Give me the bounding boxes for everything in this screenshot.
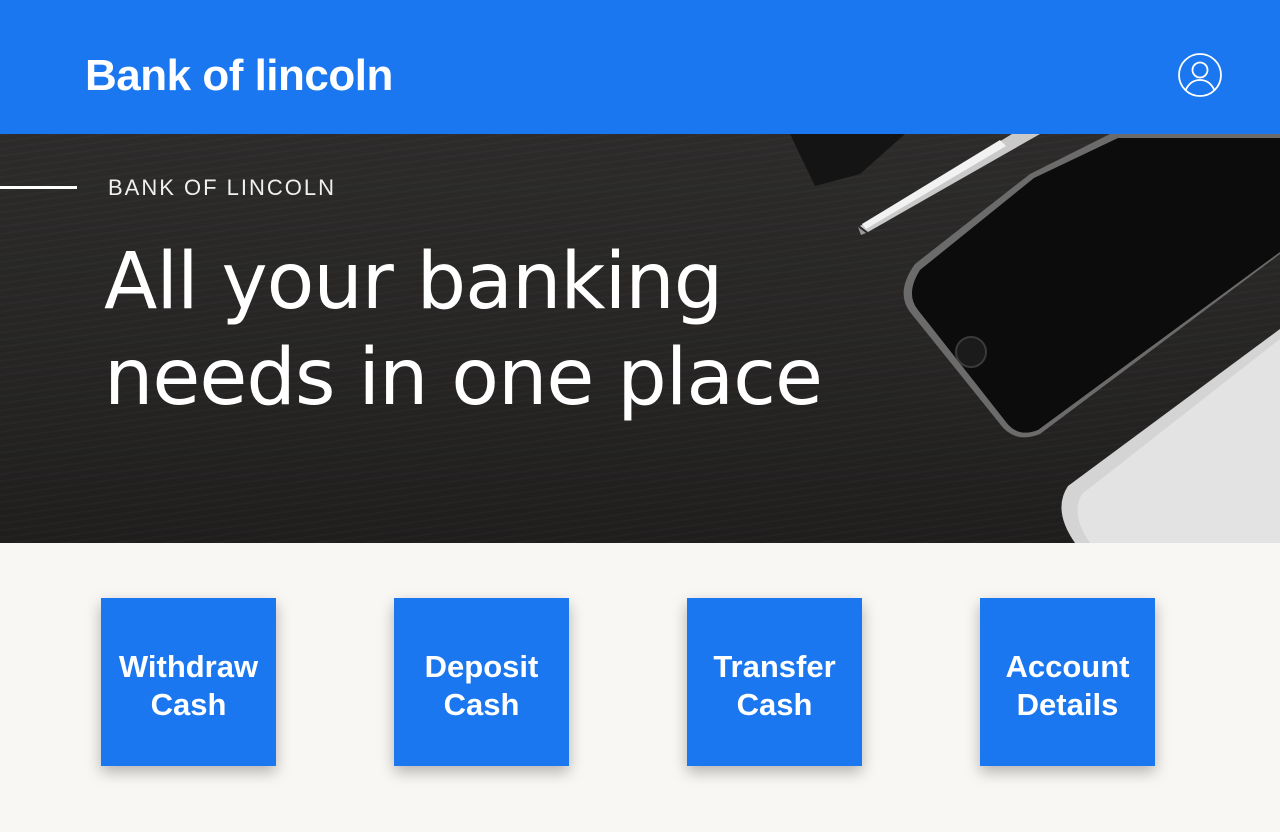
hero-kicker: BANK OF LINCOLN <box>108 175 337 200</box>
transfer-cash-label: Transfer Cash <box>713 649 836 722</box>
hero-headline-line-1: All your banking <box>104 237 723 327</box>
transfer-cash-button[interactable]: Transfer Cash <box>687 598 862 766</box>
top-nav-bar: Bank of lincoln <box>0 0 1280 134</box>
hero-accent-line <box>0 186 77 189</box>
user-profile-icon <box>1178 53 1222 97</box>
deposit-cash-button[interactable]: Deposit Cash <box>394 598 569 766</box>
withdraw-cash-button[interactable]: Withdraw Cash <box>101 598 276 766</box>
bank-brand-title[interactable]: Bank of lincoln <box>85 50 393 102</box>
hero-headline-line-2: needs in one place <box>104 333 823 423</box>
user-profile-button[interactable] <box>1177 52 1223 98</box>
deposit-cash-label: Deposit Cash <box>424 649 539 722</box>
withdraw-cash-label: Withdraw Cash <box>118 649 259 722</box>
account-details-label: Account Details <box>1005 649 1130 722</box>
hero-headline: All your banking needs in one place <box>104 234 864 426</box>
hero-banner: BANK OF LINCOLN All your banking needs i… <box>0 134 1280 543</box>
account-details-button[interactable]: Account Details <box>980 598 1155 766</box>
